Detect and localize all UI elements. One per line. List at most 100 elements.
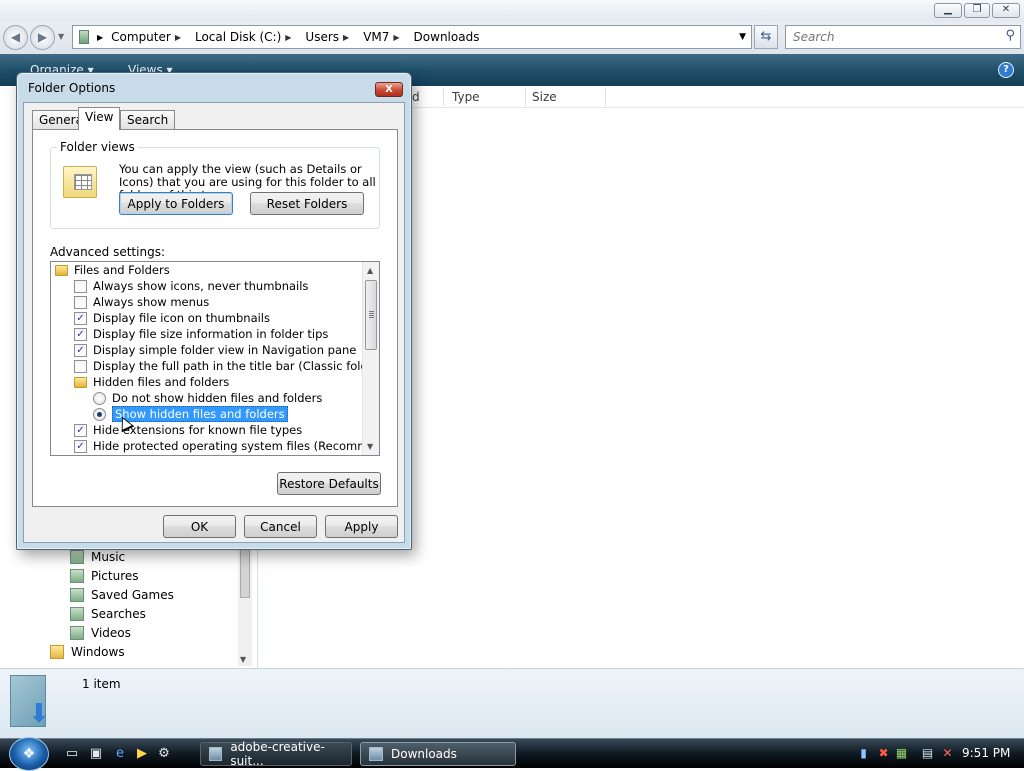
address-dropdown-icon[interactable]: ▼: [739, 32, 746, 42]
start-button[interactable]: ❖: [9, 737, 49, 771]
location-icon: [79, 30, 89, 44]
column-header-size[interactable]: Size: [532, 90, 557, 104]
checkbox-checked[interactable]: ✓: [74, 343, 87, 357]
dialog-close-button[interactable]: X: [375, 82, 403, 97]
folder-icon: [50, 645, 64, 659]
tray-connection-icon[interactable]: ▤: [920, 746, 935, 761]
nav-pane-scrollbar[interactable]: ▼: [238, 536, 252, 666]
setting-display-file-icon[interactable]: ✓ Display file icon on thumbnails: [74, 310, 270, 326]
help-icon[interactable]: ?: [998, 62, 1014, 78]
checkbox-checked[interactable]: ✓: [74, 311, 87, 325]
column-divider[interactable]: [443, 88, 444, 106]
quicklaunch-app-icon[interactable]: ⚙: [156, 746, 172, 762]
advanced-settings-list[interactable]: Files and Folders Always show icons, nev…: [50, 261, 380, 456]
saved-games-folder-icon: [70, 588, 84, 602]
checkbox[interactable]: [74, 359, 87, 373]
search-box[interactable]: ⚲: [785, 25, 1021, 49]
tray-network-icon[interactable]: ▮: [856, 746, 871, 761]
reset-folders-button[interactable]: Reset Folders: [250, 192, 364, 215]
folder-views-icon: [63, 166, 97, 198]
tree-folder-hidden-files: Hidden files and folders: [74, 374, 229, 390]
column-header-date[interactable]: d: [412, 90, 420, 104]
search-input[interactable]: [791, 27, 996, 47]
nav-item-saved-games[interactable]: Saved Games: [70, 588, 174, 602]
tray-security-icon[interactable]: ✖: [876, 746, 891, 761]
scroll-down-icon[interactable]: ▼: [367, 442, 373, 451]
setting-display-file-size[interactable]: ✓ Display file size information in folder…: [74, 326, 328, 342]
breadcrumb-arrow-icon[interactable]: ▶: [97, 33, 103, 42]
media-player-icon[interactable]: ▶: [134, 746, 150, 762]
checkbox-checked[interactable]: ✓: [74, 423, 87, 437]
taskbar-item-downloads[interactable]: Downloads: [360, 742, 516, 766]
apply-button[interactable]: Apply: [325, 515, 398, 538]
breadcrumb-local-disk[interactable]: Local Disk (C:) ▶: [195, 30, 299, 44]
settings-scrollbar[interactable]: ▲ ▼: [362, 262, 379, 455]
tab-search[interactable]: Search: [120, 110, 176, 129]
search-icon[interactable]: ⚲: [1005, 28, 1015, 43]
details-pane: ⬇ 1 item: [0, 668, 1024, 738]
setting-do-not-show-hidden[interactable]: Do not show hidden files and folders: [93, 390, 322, 406]
taskbar-clock[interactable]: 9:51 PM: [962, 746, 1010, 760]
column-divider[interactable]: [525, 88, 526, 106]
recent-pages-icon[interactable]: ▼: [58, 32, 64, 41]
radio-button[interactable]: [93, 391, 106, 405]
address-row: ◀ ▶ ▼ ▶ Computer ▶ Local Disk (C:) ▶ Users…: [0, 22, 1024, 54]
address-bar[interactable]: ▶ Computer ▶ Local Disk (C:) ▶ Users ▶ VM7 ▶…: [72, 25, 752, 49]
switch-windows-icon[interactable]: ▣: [88, 746, 104, 762]
folder-icon: [74, 376, 87, 388]
maximize-button[interactable]: ❐: [964, 3, 990, 18]
scroll-up-icon[interactable]: ▲: [367, 266, 373, 275]
folder-options-dialog: Folder Options X General View Search Fol…: [16, 72, 412, 550]
nav-item-pictures[interactable]: Pictures: [70, 569, 139, 583]
breadcrumb-vm7[interactable]: VM7 ▶: [363, 30, 407, 44]
tab-view[interactable]: View: [78, 107, 121, 130]
nav-item-windows[interactable]: Windows: [50, 645, 125, 659]
tray-update-icon[interactable]: ▦: [894, 746, 909, 761]
scroll-down-icon[interactable]: ▼: [240, 655, 246, 664]
minimize-button[interactable]: ▁: [934, 3, 962, 18]
checkbox[interactable]: [74, 279, 87, 293]
radio-button-selected[interactable]: [93, 407, 106, 421]
column-header-type[interactable]: Type: [452, 90, 480, 104]
checkbox-checked[interactable]: ✓: [74, 439, 87, 453]
breadcrumb-users[interactable]: Users ▶: [305, 30, 357, 44]
videos-folder-icon: [70, 626, 84, 640]
setting-hide-extensions[interactable]: ✓ Hide extensions for known file types: [74, 422, 302, 438]
nav-item-videos[interactable]: Videos: [70, 626, 131, 640]
ok-button[interactable]: OK: [163, 515, 236, 538]
setting-full-path-title[interactable]: Display the full path in the title bar (…: [74, 358, 379, 374]
show-desktop-icon[interactable]: ▭: [64, 746, 80, 762]
internet-explorer-icon[interactable]: e: [112, 746, 128, 762]
settings-scroll-thumb[interactable]: [365, 280, 377, 350]
forward-button[interactable]: ▶: [30, 25, 55, 50]
restore-defaults-button[interactable]: Restore Defaults: [277, 472, 381, 495]
checkbox[interactable]: [74, 295, 87, 309]
pictures-folder-icon: [70, 569, 84, 583]
checkbox-checked[interactable]: ✓: [74, 327, 87, 341]
item-count: 1 item: [82, 677, 121, 691]
apply-to-folders-button[interactable]: Apply to Folders: [119, 192, 233, 215]
dialog-body: General View Search Folder views You can…: [23, 102, 405, 543]
breadcrumb-computer[interactable]: Computer ▶: [111, 30, 189, 44]
breadcrumb-downloads[interactable]: Downloads: [414, 30, 480, 44]
explorer-titlebar: ▁ ❐ ✕: [0, 0, 1024, 22]
taskbar: ❖ ▭ ▣ e ▶ ⚙ adobe-creative-suit... Downl…: [0, 737, 1024, 771]
nav-item-music[interactable]: Music: [70, 550, 125, 564]
column-divider[interactable]: [605, 88, 606, 106]
setting-simple-folder-view[interactable]: ✓ Display simple folder view in Navigatio…: [74, 342, 356, 358]
cancel-button[interactable]: Cancel: [244, 515, 317, 538]
advanced-settings-label: Advanced settings:: [50, 245, 165, 259]
folder-views-legend: Folder views: [57, 140, 138, 154]
setting-always-show-menus[interactable]: Always show menus: [74, 294, 209, 310]
tray-volume-muted-icon[interactable]: ✕: [940, 746, 955, 761]
close-window-button[interactable]: ✕: [992, 3, 1020, 18]
folder-icon: [55, 264, 68, 276]
music-folder-icon: [70, 550, 84, 564]
folder-views-group: Folder views You can apply the view (suc…: [50, 140, 380, 229]
nav-item-searches[interactable]: Searches: [70, 607, 146, 621]
setting-always-show-icons[interactable]: Always show icons, never thumbnails: [74, 278, 308, 294]
refresh-button[interactable]: ⇆: [754, 25, 778, 49]
back-button[interactable]: ◀: [3, 25, 28, 50]
taskbar-item-adobe[interactable]: adobe-creative-suit...: [200, 740, 352, 768]
setting-hide-protected-files[interactable]: ✓ Hide protected operating system files (…: [74, 438, 379, 454]
